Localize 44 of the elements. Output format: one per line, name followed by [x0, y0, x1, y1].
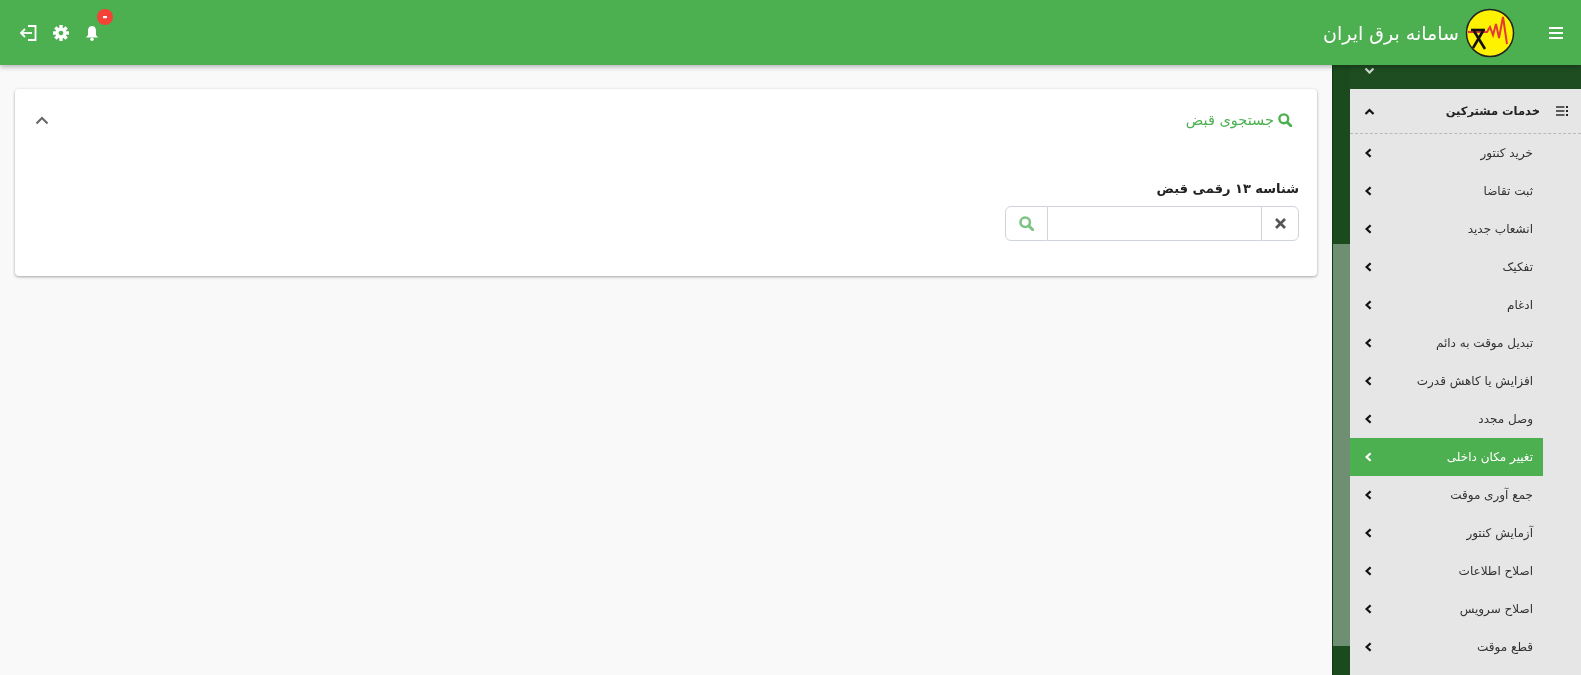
menu-icon[interactable] [1549, 26, 1563, 39]
menu-item[interactable]: قطع موقت [1350, 628, 1543, 666]
menu-item[interactable]: آزمایش کنتور [1350, 514, 1543, 552]
menu-item[interactable]: خرید کنتور [1350, 134, 1543, 172]
chevron-left-icon [1365, 414, 1372, 424]
settings-icon[interactable] [53, 24, 69, 41]
card-title: جستجوی قبض [1185, 112, 1274, 128]
chevron-left-icon [1365, 224, 1372, 234]
chevron-left-icon [1365, 452, 1372, 462]
menu-item[interactable]: افزایش یا کاهش قدرت [1350, 362, 1543, 400]
chevron-left-icon [1365, 148, 1372, 158]
chevron-left-icon [1365, 642, 1372, 652]
menu-item[interactable]: ادغام [1350, 286, 1543, 324]
menu-item[interactable]: ثبت تقاضا [1350, 172, 1543, 210]
field-label: شناسه ۱۳ رقمی قبض [1155, 180, 1299, 198]
input-field[interactable] [1048, 206, 1261, 241]
chevron-left-icon [1365, 490, 1372, 500]
menu-item[interactable]: جمع آوری موقت [1350, 476, 1543, 514]
search-button[interactable] [1005, 206, 1048, 241]
chevron-up-icon[interactable] [35, 115, 49, 125]
logout-icon[interactable] [19, 24, 37, 41]
chevron-left-icon [1365, 528, 1372, 538]
bell-icon[interactable] [85, 24, 99, 41]
app-title: سامانه برق ایران [1322, 21, 1459, 44]
chevron-left-icon [1365, 338, 1372, 348]
chevron-left-icon [1365, 566, 1372, 576]
scrollbar-thumb[interactable] [1333, 244, 1350, 646]
clear-button[interactable] [1261, 206, 1299, 241]
chevron-left-icon [1365, 604, 1372, 614]
menu-item[interactable]: تفکیک [1350, 248, 1543, 286]
list-icon [1556, 106, 1568, 116]
chevron-left-icon [1365, 376, 1372, 386]
menu-item[interactable]: وصل مجدد [1350, 400, 1543, 438]
logo-icon [1465, 7, 1515, 58]
close-icon [1274, 218, 1286, 229]
search-icon [1278, 113, 1292, 127]
chevron-left-icon [1365, 262, 1372, 272]
menu-item[interactable]: اصلاح اطلاعات [1350, 552, 1543, 590]
search-icon [1019, 216, 1034, 231]
chevron-left-icon [1365, 300, 1372, 310]
chevron-left-icon [1365, 186, 1372, 196]
menu-item[interactable]: تبدیل موقت به دائم [1350, 324, 1543, 362]
menu-item[interactable]: اصلاح سرویس [1350, 590, 1543, 628]
menu-item[interactable]: انشعاب جدید [1350, 210, 1543, 248]
